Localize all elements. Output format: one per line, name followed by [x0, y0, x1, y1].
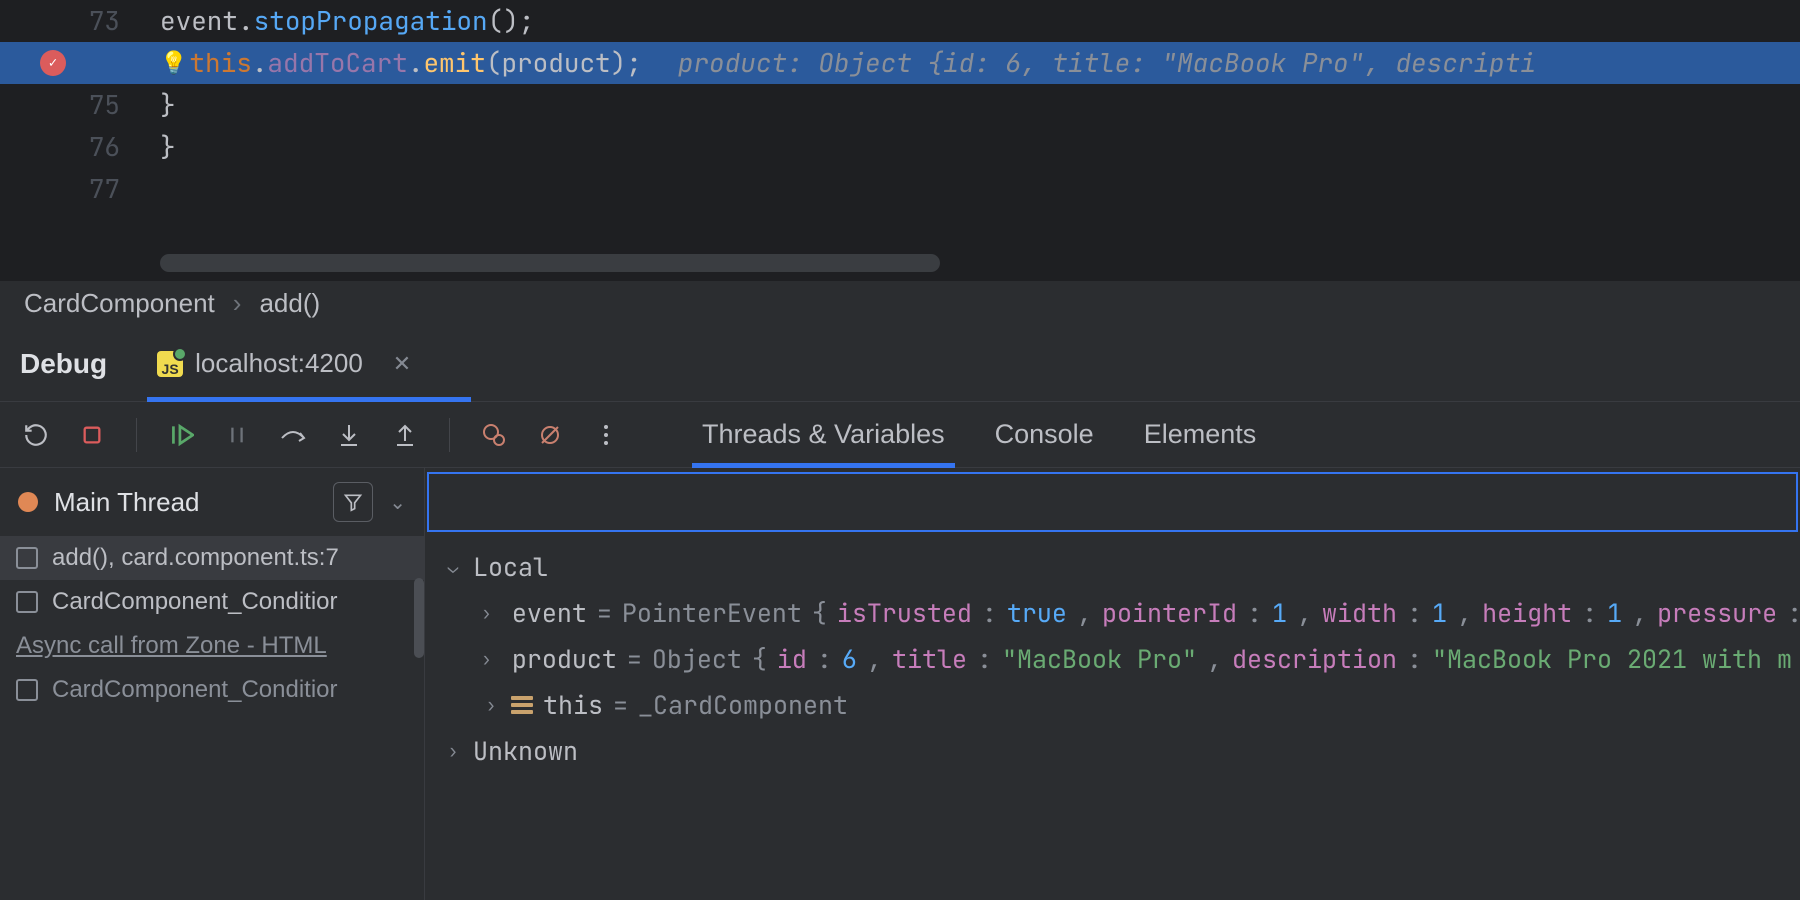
- variable-this[interactable]: › this = _CardComponent: [429, 682, 1796, 728]
- tab-console[interactable]: Console: [995, 402, 1094, 467]
- debug-session-tab[interactable]: JS localhost:4200 ✕: [157, 326, 411, 401]
- lightbulb-icon[interactable]: 💡: [160, 45, 187, 80]
- chevron-right-icon[interactable]: ›: [481, 694, 501, 717]
- code-content-73: event.stopPropagation();: [160, 0, 534, 42]
- code-editor[interactable]: 73 event.stopPropagation(); 💡 this.addTo…: [0, 0, 1800, 280]
- close-icon[interactable]: ✕: [393, 351, 411, 377]
- gutter-77: 77: [0, 168, 160, 210]
- chevron-down-icon[interactable]: ⌄: [443, 556, 463, 579]
- stackframe-icon: [16, 591, 38, 613]
- variable-product[interactable]: › product = Object {id: 6, title: "MacBo…: [429, 636, 1796, 682]
- code-content-75: }: [160, 84, 176, 126]
- toolbar-separator: [449, 418, 450, 452]
- frames-header: Main Thread ⌄: [0, 468, 424, 536]
- stack-frame-label: CardComponent_Conditior: [52, 676, 338, 704]
- filter-button[interactable]: [333, 482, 373, 522]
- scope-unknown[interactable]: › Unknown: [429, 728, 1796, 774]
- scope-local[interactable]: ⌄ Local: [429, 544, 1796, 590]
- field-icon: [511, 696, 533, 714]
- chevron-right-icon[interactable]: ›: [443, 740, 463, 763]
- debug-body: Main Thread ⌄ add(), card.component.ts:7…: [0, 468, 1800, 900]
- stack-frame-label: add(), card.component.ts:7: [52, 544, 339, 572]
- stack-frame[interactable]: Async call from Zone - HTML: [0, 624, 424, 668]
- chevron-right-icon[interactable]: ›: [481, 648, 492, 671]
- gutter-75: 75: [0, 84, 160, 126]
- debug-tool-window-tabs: Debug JS localhost:4200 ✕: [0, 326, 1800, 402]
- code-line-75[interactable]: 75 }: [0, 84, 1800, 126]
- toolbar-separator: [136, 418, 137, 452]
- editor-horizontal-scrollbar[interactable]: [160, 254, 940, 272]
- rerun-button[interactable]: [20, 419, 52, 451]
- stack-frame-label: Async call from Zone - HTML: [16, 632, 327, 660]
- evaluate-expression-input[interactable]: [427, 472, 1798, 532]
- pause-button[interactable]: [221, 419, 253, 451]
- variable-event[interactable]: › event = PointerEvent {isTrusted: true,…: [429, 590, 1796, 636]
- frames-panel: Main Thread ⌄ add(), card.component.ts:7…: [0, 468, 425, 900]
- stackframe-icon: [16, 547, 38, 569]
- debug-toolbar: Threads & Variables Console Elements: [0, 402, 1800, 468]
- stack-frame[interactable]: CardComponent_Conditior: [0, 668, 424, 712]
- tab-elements[interactable]: Elements: [1144, 402, 1257, 467]
- tab-threads-variables[interactable]: Threads & Variables: [702, 402, 945, 467]
- stop-button[interactable]: [76, 419, 108, 451]
- variables-tree: ⌄ Local › event = PointerEvent {isTruste…: [425, 532, 1800, 786]
- stack-frame-label: CardComponent_Conditior: [52, 588, 338, 616]
- breadcrumb-method[interactable]: add(): [259, 288, 320, 319]
- gutter-76: 76: [0, 126, 160, 168]
- debug-subtabs: Threads & Variables Console Elements: [702, 402, 1256, 467]
- breadcrumb[interactable]: CardComponent › add(): [0, 280, 1800, 326]
- stack-frame[interactable]: CardComponent_Conditior: [0, 580, 424, 624]
- thread-name[interactable]: Main Thread: [54, 487, 200, 518]
- breadcrumb-class[interactable]: CardComponent: [24, 288, 215, 319]
- code-content-76: }: [160, 126, 176, 168]
- frames-list: add(), card.component.ts:7 CardComponent_…: [0, 536, 424, 712]
- javascript-icon: JS: [157, 351, 183, 377]
- step-over-button[interactable]: [277, 419, 309, 451]
- debug-session-label: localhost:4200: [195, 348, 363, 379]
- resume-button[interactable]: [165, 419, 197, 451]
- breadcrumb-separator-icon: ›: [233, 288, 242, 319]
- view-breakpoints-button[interactable]: [478, 419, 510, 451]
- code-line-74[interactable]: 💡 this.addToCart.emit(product);product: …: [0, 42, 1800, 84]
- chevron-down-icon[interactable]: ⌄: [389, 490, 406, 515]
- step-out-button[interactable]: [389, 419, 421, 451]
- chevron-right-icon[interactable]: ›: [481, 602, 492, 625]
- more-button[interactable]: [590, 419, 622, 451]
- code-content-74: 💡 this.addToCart.emit(product);product: …: [160, 42, 1536, 84]
- thread-status-icon: [18, 492, 38, 512]
- step-into-button[interactable]: [333, 419, 365, 451]
- variables-panel: ⌄ Local › event = PointerEvent {isTruste…: [425, 468, 1800, 900]
- stackframe-icon: [16, 679, 38, 701]
- breakpoint-icon[interactable]: [40, 50, 66, 76]
- code-line-73[interactable]: 73 event.stopPropagation();: [0, 0, 1800, 42]
- mute-breakpoints-button[interactable]: [534, 419, 566, 451]
- code-line-76[interactable]: 76 }: [0, 126, 1800, 168]
- debug-title: Debug: [20, 348, 107, 380]
- code-line-77[interactable]: 77: [0, 168, 1800, 210]
- stack-frame[interactable]: add(), card.component.ts:7: [0, 536, 424, 580]
- frames-scrollbar[interactable]: [414, 578, 424, 658]
- gutter-73: 73: [0, 0, 160, 42]
